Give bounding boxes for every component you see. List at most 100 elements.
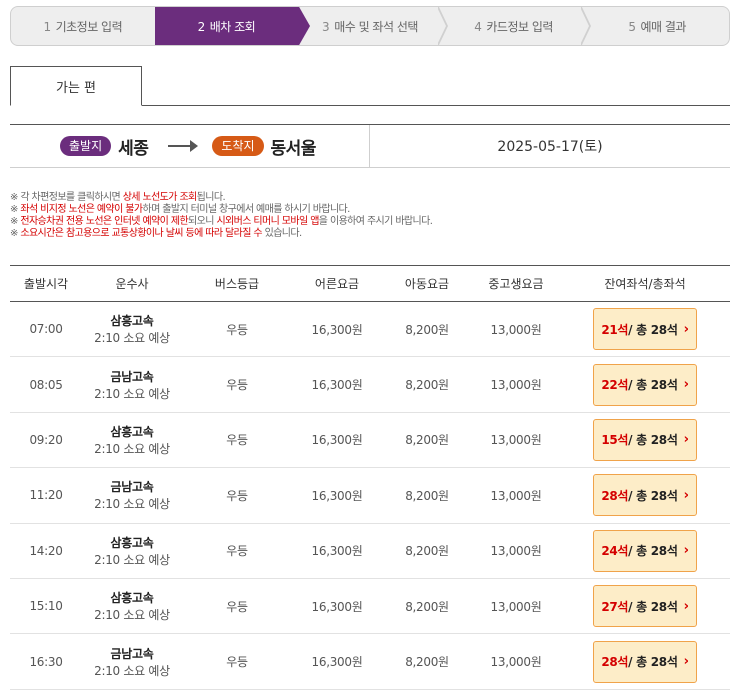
step-5-label: 예매 결과 xyxy=(640,19,687,34)
chevron-right-icon: › xyxy=(683,321,689,337)
adult-fare: 16,300원 xyxy=(311,433,363,448)
step-3-label: 매수 및 좌석 선택 xyxy=(334,19,418,34)
duration: 2:10 소요 예상 xyxy=(94,386,170,401)
departure-badge: 출발지 xyxy=(60,136,112,156)
bus-grade: 우등 xyxy=(226,433,248,448)
notice-3-tail: 을 이용하여 주시기 바랍니다. xyxy=(318,216,433,227)
notice-1-text: ※ 각 차편정보를 클릭하시면 xyxy=(10,192,123,203)
direction-tabbar: 가는 편 xyxy=(10,66,730,106)
student-fare: 13,000원 xyxy=(490,488,542,503)
chevron-right-icon: › xyxy=(683,432,689,448)
departure-time: 11:20 xyxy=(29,488,63,503)
child-fare: 8,200원 xyxy=(405,544,449,559)
table-row[interactable]: 09:20 삼흥고속 2:10 소요 예상 우등 16,300원 8,200원 1… xyxy=(10,413,730,469)
remaining-seats: 22석 xyxy=(601,378,629,393)
operator-cell: 금남고속 2:10 소요 예상 xyxy=(82,368,182,402)
notice-3: ※ 전자승차권 전용 노선은 인터넷 예약이 제한되오니 시외버스 티머니 모바… xyxy=(10,216,730,228)
notice-4: ※ 소요시간은 참고용으로 교통상황이나 날씨 등에 따라 달라질 수 있습니다… xyxy=(10,228,730,240)
child-fare: 8,200원 xyxy=(405,433,449,448)
header-seats: 잔여좌석/총좌석 xyxy=(604,277,686,291)
bus-grade: 우등 xyxy=(226,378,248,393)
departure-date: 2025-05-17(토) xyxy=(497,139,603,155)
notice-2: ※ 좌석 비지정 노선은 예약이 불가하며 출발지 터미널 창구에서 예매를 하… xyxy=(10,204,730,216)
total-seats: / 총 28석 xyxy=(628,378,678,393)
departure-time: 08:05 xyxy=(29,377,63,392)
notice-3-mark: ※ xyxy=(10,216,21,227)
step-4-number: 4 xyxy=(474,19,482,34)
duration: 2:10 소요 예상 xyxy=(94,497,170,512)
total-seats: / 총 28석 xyxy=(628,488,678,503)
chevron-right-icon: › xyxy=(683,377,689,393)
notice-list: ※ 각 차편정보를 클릭하시면 상세 노선도가 조회됩니다. ※ 좌석 비지정 … xyxy=(10,192,730,240)
table-row[interactable]: 14:20 삼흥고속 2:10 소요 예상 우등 16,300원 8,200원 1… xyxy=(10,524,730,579)
tab-outbound[interactable]: 가는 편 xyxy=(10,66,142,106)
notice-2-tail: 하며 출발지 터미널 창구에서 예매를 하시기 바랍니다. xyxy=(142,204,350,215)
operator-cell: 삼흥고속 2:10 소요 예상 xyxy=(82,589,182,623)
operator-name: 삼흥고속 xyxy=(110,591,154,606)
notice-3-app-highlight: 시외버스 티머니 모바일 앱 xyxy=(216,216,319,227)
operator-name: 삼흥고속 xyxy=(110,535,154,550)
seat-cell: 21석 / 총 28석 › xyxy=(560,308,730,351)
duration: 2:10 소요 예상 xyxy=(94,441,170,456)
child-fare: 8,200원 xyxy=(405,488,449,503)
notice-4-mark: ※ xyxy=(10,228,21,239)
bus-grade: 우등 xyxy=(226,544,248,559)
remaining-seats: 28석 xyxy=(601,655,629,670)
departure-time: 14:20 xyxy=(29,543,63,558)
chevron-right-icon: › xyxy=(683,487,689,503)
student-fare: 13,000원 xyxy=(490,655,542,670)
chevron-right-icon: › xyxy=(683,543,689,559)
select-seat-button[interactable]: 21석 / 총 28석 › xyxy=(593,308,697,351)
select-seat-button[interactable]: 15석 / 총 28석 › xyxy=(593,418,697,461)
remaining-seats: 24석 xyxy=(601,544,629,559)
arrival-badge: 도착지 xyxy=(212,136,264,156)
seat-cell: 24석 / 총 28석 › xyxy=(560,529,730,572)
student-fare: 13,000원 xyxy=(490,322,542,337)
select-seat-button[interactable]: 27석 / 총 28석 › xyxy=(593,585,697,628)
table-row[interactable]: 16:30 금남고속 2:10 소요 예상 우등 16,300원 8,200원 1… xyxy=(10,634,730,690)
operator-name: 삼흥고속 xyxy=(110,314,154,329)
header-operator: 운수사 xyxy=(115,277,149,291)
total-seats: / 총 28석 xyxy=(628,322,678,337)
child-fare: 8,200원 xyxy=(405,655,449,670)
student-fare: 13,000원 xyxy=(490,599,542,614)
student-fare: 13,000원 xyxy=(490,544,542,559)
adult-fare: 16,300원 xyxy=(311,378,363,393)
total-seats: / 총 28석 xyxy=(628,599,678,614)
table-row[interactable]: 08:05 금남고속 2:10 소요 예상 우등 16,300원 8,200원 1… xyxy=(10,357,730,413)
select-seat-button[interactable]: 28석 / 총 28석 › xyxy=(593,474,697,517)
notice-1: ※ 각 차편정보를 클릭하시면 상세 노선도가 조회됩니다. xyxy=(10,192,730,204)
adult-fare: 16,300원 xyxy=(311,544,363,559)
step-4: 4 카드정보 입력 xyxy=(442,7,591,45)
step-4-label: 카드정보 입력 xyxy=(486,19,553,34)
table-row[interactable]: 15:10 삼흥고속 2:10 소요 예상 우등 16,300원 8,200원 1… xyxy=(10,579,730,635)
step-1: 1 기초정보 입력 xyxy=(11,7,155,45)
student-fare: 13,000원 xyxy=(490,433,542,448)
adult-fare: 16,300원 xyxy=(311,599,363,614)
arrival-city: 동서울 xyxy=(270,138,317,159)
child-fare: 8,200원 xyxy=(405,599,449,614)
adult-fare: 16,300원 xyxy=(311,655,363,670)
bus-grade: 우등 xyxy=(226,599,248,614)
select-seat-button[interactable]: 22석 / 총 28석 › xyxy=(593,363,697,406)
arrow-right-icon xyxy=(168,136,199,156)
table-row[interactable]: 07:00 삼흥고속 2:10 소요 예상 우등 16,300원 8,200원 1… xyxy=(10,302,730,358)
operator-cell: 금남고속 2:10 소요 예상 xyxy=(82,478,182,512)
duration: 2:10 소요 예상 xyxy=(94,608,170,623)
duration: 2:10 소요 예상 xyxy=(94,663,170,678)
select-seat-button[interactable]: 28석 / 총 28석 › xyxy=(593,640,697,683)
step-3: 3 매수 및 좌석 선택 xyxy=(298,7,448,45)
seat-cell: 28석 / 총 28석 › xyxy=(560,474,730,517)
duration: 2:10 소요 예상 xyxy=(94,331,170,346)
step-5: 5 예매 결과 xyxy=(585,7,729,45)
student-fare: 13,000원 xyxy=(490,378,542,393)
departure-city: 세종 xyxy=(118,138,149,159)
bus-grade: 우등 xyxy=(226,488,248,503)
notice-4-tail: 있습니다. xyxy=(262,228,303,239)
child-fare: 8,200원 xyxy=(405,322,449,337)
table-row[interactable]: 11:20 금남고속 2:10 소요 예상 우등 16,300원 8,200원 1… xyxy=(10,468,730,524)
remaining-seats: 27석 xyxy=(601,599,629,614)
seat-cell: 27석 / 총 28석 › xyxy=(560,585,730,628)
total-seats: / 총 28석 xyxy=(628,544,678,559)
select-seat-button[interactable]: 24석 / 총 28석 › xyxy=(593,529,697,572)
